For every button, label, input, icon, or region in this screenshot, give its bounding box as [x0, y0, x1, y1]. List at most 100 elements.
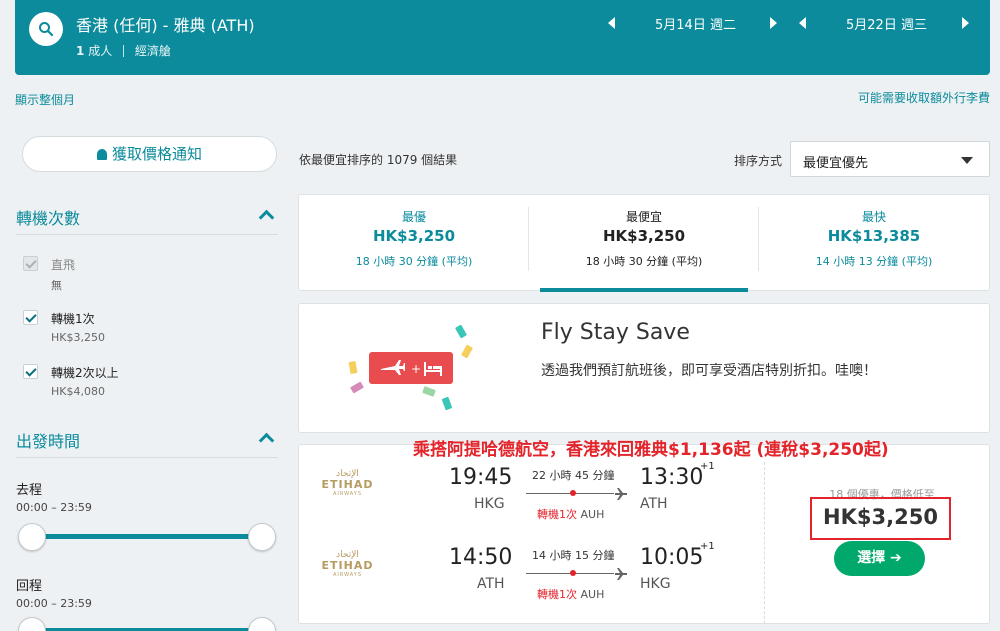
passenger-count: 1: [76, 44, 85, 58]
tab-cheapest-price: HK$3,250: [602, 227, 686, 245]
confetti-decoration: [441, 396, 453, 411]
etihad-logo: الإتحاد ETIHAD AIRWAYS: [320, 469, 375, 498]
airline-logo-name: ETIHAD: [321, 559, 374, 572]
outbound-day-offset: +1: [700, 461, 715, 472]
tab-fastest-duration: 14 小時 13 分鐘 (平均): [815, 255, 933, 268]
inbound-stop-airport: AUH: [580, 588, 605, 601]
sort-tabs: 最優 HK$3,250 18 小時 30 分鐘 (平均) 最便宜 HK$3,25…: [298, 194, 990, 292]
tab-cheapest-label: 最便宜: [625, 210, 662, 224]
stop-dot-icon: [570, 570, 576, 576]
divider: [16, 234, 278, 235]
depart-date[interactable]: 5月14日 週二: [655, 14, 736, 33]
inbound-duration: 14 小時 15 分鐘: [532, 549, 615, 562]
promo-title: Fly Stay Save: [541, 320, 690, 345]
fly-stay-save-banner[interactable]: + Fly Stay Save 透過我們預訂航班後，即可享受酒店特別折扣。哇噢！: [298, 303, 990, 433]
tab-best[interactable]: 最優 HK$3,250 18 小時 30 分鐘 (平均): [299, 195, 529, 290]
search-button[interactable]: [29, 12, 63, 46]
passenger-type: 成人: [88, 44, 113, 58]
plane-icon: [615, 568, 627, 580]
stops-direct-price: 無: [51, 279, 62, 292]
outbound-time-label: 去程: [16, 483, 43, 498]
stops-filter-title[interactable]: 轉機次數: [16, 205, 80, 229]
stops-one-price: HK$3,250: [51, 331, 105, 344]
stops-one-checkbox[interactable]: [23, 310, 38, 325]
tab-fastest-label: 最快: [861, 210, 886, 224]
airline-logo-sub: AIRWAYS: [332, 491, 363, 497]
tab-fastest-price: HK$13,385: [827, 227, 921, 245]
promo-annotation: 乘搭阿提哈德航空，香港來回雅典$1,136起 (連稅$3,250起): [413, 440, 889, 460]
return-slider-end-handle[interactable]: [248, 617, 276, 631]
stops-one-label[interactable]: 轉機1次: [51, 310, 95, 327]
stops-direct-checkbox[interactable]: [23, 256, 38, 271]
bell-icon: [96, 149, 107, 160]
return-date[interactable]: 5月22日 週三: [846, 14, 927, 33]
inbound-depart-airport: ATH: [477, 576, 505, 592]
confetti-decoration: [422, 386, 436, 397]
svg-text:+: +: [411, 362, 421, 376]
tab-cheapest-duration: 18 小時 30 分鐘 (平均): [585, 255, 703, 268]
etihad-logo: الإتحاد ETIHAD AIRWAYS: [320, 550, 375, 579]
return-prev-day-icon[interactable]: [799, 17, 806, 29]
return-time-label: 回程: [16, 579, 43, 594]
show-whole-month-link[interactable]: 顯示整個月: [15, 91, 75, 108]
inbound-day-offset: +1: [700, 541, 715, 552]
outbound-arrive-time: 13:30: [640, 465, 704, 490]
stops-two-plus-checkbox[interactable]: [23, 364, 38, 379]
outbound-depart-airport: HKG: [474, 496, 505, 512]
inbound-stops: 轉機1次 AUH: [537, 586, 604, 602]
search-summary-bar[interactable]: 香港 (任何) - 雅典 (ATH) 1 成人 經濟艙 5月14日 週二 5月2…: [15, 0, 990, 75]
chevron-up-icon[interactable]: [258, 209, 275, 226]
tab-best-price: HK$3,250: [372, 227, 456, 245]
depart-next-day-icon[interactable]: [770, 17, 777, 29]
return-slider-start-handle[interactable]: [18, 617, 46, 631]
outbound-time-slider[interactable]: [32, 534, 262, 539]
confetti-decoration: [350, 381, 364, 394]
plane-bed-icon: +: [381, 360, 442, 376]
inbound-stop-count: 轉機1次: [537, 588, 577, 601]
stop-dot-icon: [570, 490, 576, 496]
plane-icon: [615, 488, 627, 500]
outbound-stops: 轉機1次 AUH: [537, 506, 604, 522]
tab-fastest[interactable]: 最快 HK$13,385 14 小時 13 分鐘 (平均): [759, 195, 989, 290]
outbound-arrive-airport: ATH: [640, 496, 668, 512]
divider: [123, 45, 125, 57]
sort-value: 最便宜優先: [803, 156, 869, 171]
stops-two-plus-label[interactable]: 轉機2次以上: [51, 364, 119, 381]
departure-time-filter-title[interactable]: 出發時間: [16, 428, 80, 452]
stops-direct-label: 直飛: [51, 258, 76, 272]
chevron-up-icon[interactable]: [258, 432, 275, 449]
search-icon: [39, 22, 54, 37]
promo-description: 透過我們預訂航班後，即可享受酒店特別折扣。哇噢！: [541, 363, 877, 379]
result-price: HK$3,250: [823, 505, 938, 529]
airline-logo-name: ETIHAD: [321, 478, 374, 491]
confetti-decoration: [460, 344, 474, 359]
outbound-depart-time: 19:45: [449, 465, 513, 490]
inbound-arrive-airport: HKG: [640, 576, 671, 592]
tab-best-label: 最優: [401, 210, 426, 224]
tab-best-duration: 18 小時 30 分鐘 (平均): [355, 255, 473, 268]
outbound-slider-end-handle[interactable]: [248, 523, 276, 551]
baggage-fees-link[interactable]: 可能需要收取額外行李費: [858, 89, 990, 106]
price-alert-label: 獲取價格通知: [111, 145, 202, 163]
caret-down-icon: [961, 157, 973, 164]
depart-prev-day-icon[interactable]: [608, 17, 615, 29]
stops-two-plus-price: HK$4,080: [51, 385, 105, 398]
select-button[interactable]: 選擇 ➔: [834, 541, 925, 576]
passenger-cabin-summary: 1 成人 經濟艙: [76, 42, 171, 59]
inbound-depart-time: 14:50: [449, 545, 513, 570]
outbound-time-range: 00:00 – 23:59: [16, 501, 92, 514]
return-next-day-icon[interactable]: [962, 17, 969, 29]
outbound-slider-start-handle[interactable]: [18, 523, 46, 551]
outbound-duration: 22 小時 45 分鐘: [532, 469, 615, 482]
active-tab-indicator: [540, 288, 748, 292]
return-time-range: 00:00 – 23:59: [16, 597, 92, 610]
outbound-stop-airport: AUH: [580, 508, 605, 521]
outbound-stop-count: 轉機1次: [537, 508, 577, 521]
tab-cheapest[interactable]: 最便宜 HK$3,250 18 小時 30 分鐘 (平均): [529, 195, 759, 290]
sort-select[interactable]: 最便宜優先: [790, 141, 990, 177]
price-alert-button[interactable]: 獲取價格通知: [22, 136, 277, 172]
route-title: 香港 (任何) - 雅典 (ATH): [76, 16, 255, 35]
divider: [764, 462, 765, 624]
flight-plus-hotel-badge: +: [369, 352, 453, 384]
divider: [16, 457, 278, 458]
